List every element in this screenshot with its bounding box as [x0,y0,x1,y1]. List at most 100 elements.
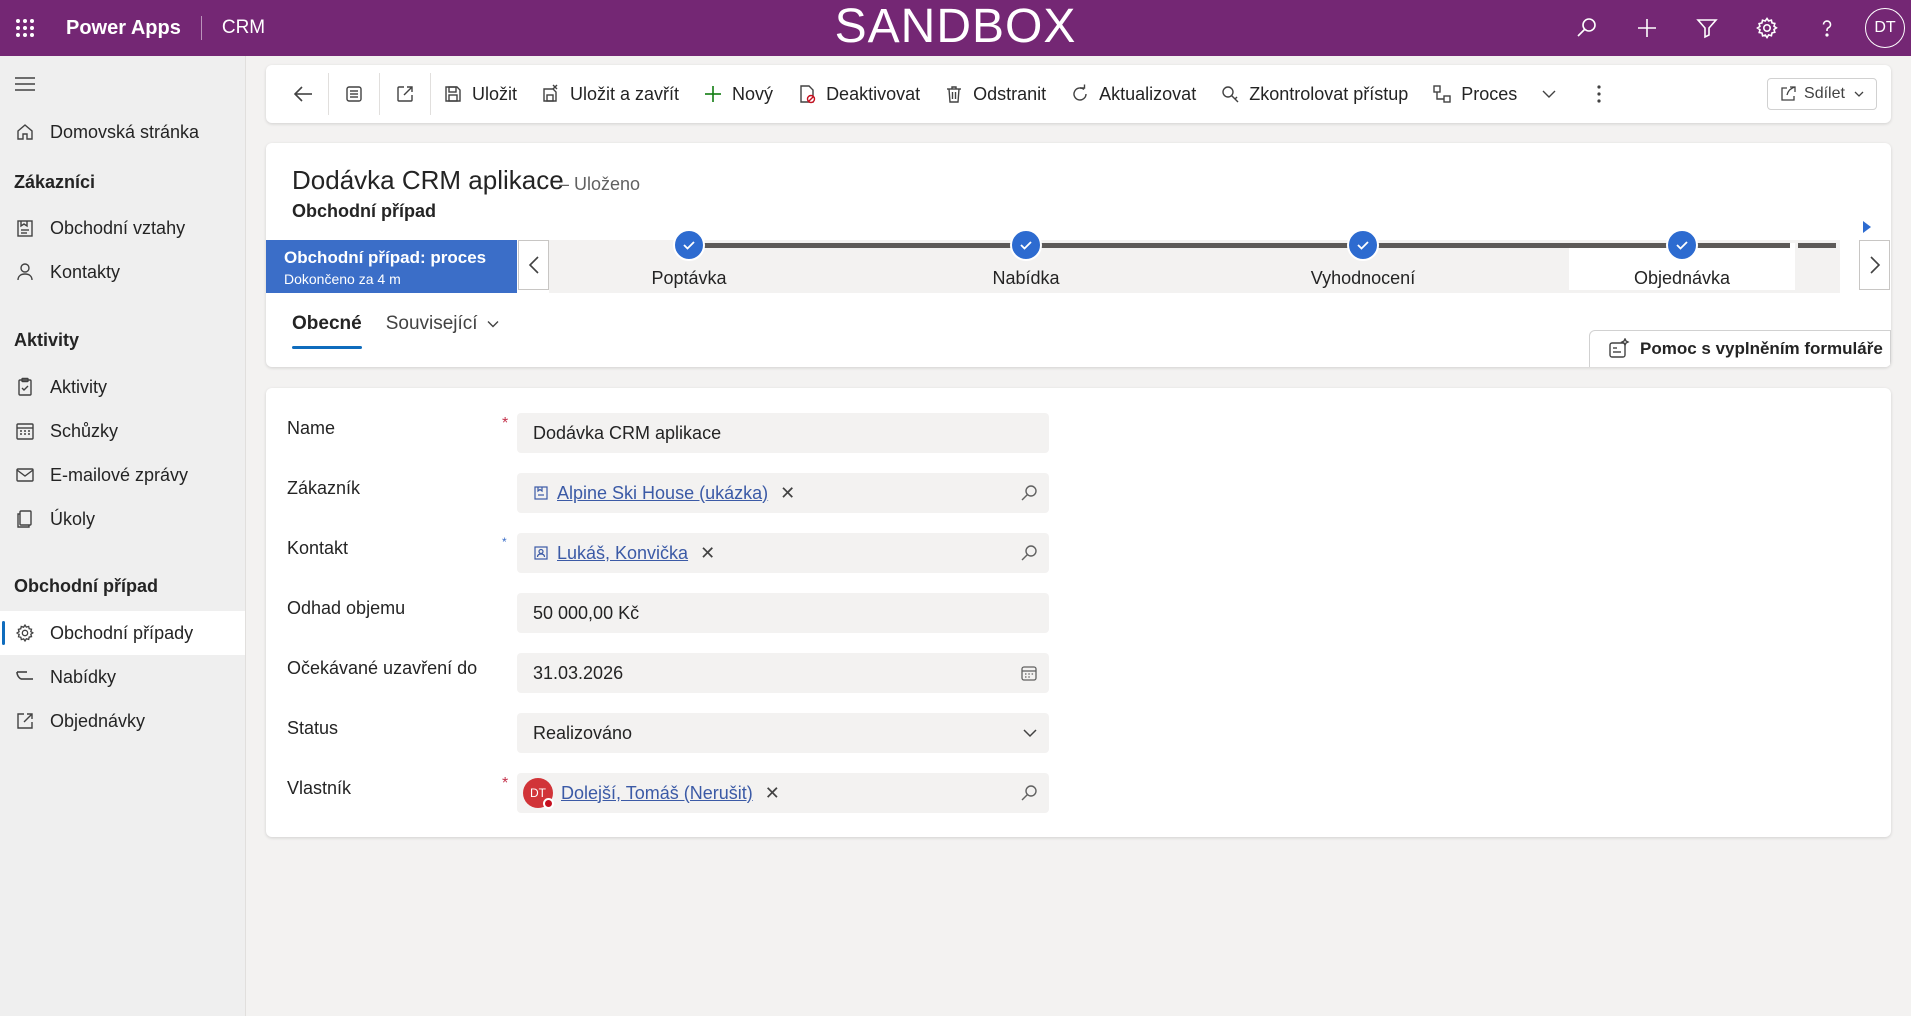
check-icon [673,229,705,261]
tab-general[interactable]: Obecné [292,313,362,349]
user-avatar[interactable]: DT [1865,8,1905,48]
contact-link[interactable]: Lukáš, Konvička [557,543,688,564]
check-icon [1347,229,1379,261]
calendar-icon [14,420,36,442]
search-icon[interactable] [1019,773,1039,813]
sidebar-item-accounts[interactable]: Obchodní vztahy [0,206,245,250]
name-input[interactable]: Dodávka CRM aplikace [517,413,1049,453]
process-chevron-down-icon[interactable] [1529,72,1569,116]
sidebar-item-quotes[interactable]: Nabídky [0,655,245,699]
search-icon[interactable] [1019,473,1039,513]
command-bar: Uložit Uložit a zavřít Nový Deaktivovat … [266,65,1891,123]
environment-name[interactable]: CRM [202,17,265,39]
remove-customer-icon[interactable]: ✕ [780,483,795,504]
open-new-window-button[interactable] [380,72,430,116]
sidebar-item-contacts[interactable]: Kontakty [0,250,245,294]
form-tabs: Obecné Související [292,313,524,349]
app-name[interactable]: Power Apps [50,17,201,40]
filter-icon[interactable] [1677,0,1737,56]
required-marker: * [502,415,509,432]
customer-link[interactable]: Alpine Ski House (ukázka) [557,483,768,504]
form-fill-assist-button[interactable]: Pomoc s vyplněním formuláře [1589,330,1891,367]
stage-evaluation[interactable]: Vyhodnocení [1253,229,1473,289]
recommended-marker: * [502,535,507,549]
top-bar: Power Apps CRM SANDBOX DT [0,0,1911,56]
stage-order[interactable]: Objednávka [1572,229,1792,289]
plus-icon[interactable] [1617,0,1677,56]
presence-dnd-icon [543,798,554,809]
field-label-status: Status [287,718,339,738]
sidebar-item-orders[interactable]: Objednávky [0,699,245,743]
process-next-button[interactable] [1859,240,1890,290]
save-close-icon [543,84,558,102]
sidebar-item-home[interactable]: Domovská stránka [0,110,245,154]
stage-inquiry[interactable]: Poptávka [579,229,799,289]
clipboard-icon [14,376,36,398]
order-icon [14,710,36,732]
quote-icon [14,666,36,688]
app-launcher-icon[interactable] [0,0,50,56]
check-access-button[interactable]: Zkontrolovat přístup [1208,72,1420,116]
sidebar-item-emails[interactable]: E-mailové zprávy [0,453,245,497]
owner-lookup[interactable]: DT Dolejší, Tomáš (Nerušit) ✕ [517,773,1049,813]
sidebar-item-activities[interactable]: Aktivity [0,365,245,409]
owner-tag: DT Dolejší, Tomáš (Nerušit) ✕ [523,778,780,809]
required-marker: * [502,775,509,792]
field-label-owner: Vlastník [287,778,352,798]
hamburger-icon[interactable] [14,76,36,92]
close-date-input[interactable]: 31.03.2026 [517,653,1049,693]
share-icon [1781,86,1796,101]
process-icon [1433,85,1451,103]
sidebar-item-label: Nabídky [50,666,117,687]
chevron-down-icon[interactable] [1021,713,1039,753]
help-icon[interactable] [1797,0,1857,56]
deactivate-icon [800,85,816,104]
remove-owner-icon[interactable]: ✕ [765,783,780,804]
calendar-icon[interactable] [1019,653,1039,693]
sidebar-item-opportunities[interactable]: Obchodní případy [0,611,245,655]
process-button[interactable]: Proces [1420,72,1529,116]
refresh-button[interactable]: Aktualizovat [1058,72,1208,116]
form-view-button[interactable] [329,72,379,116]
status-select[interactable]: Realizováno [517,713,1049,753]
search-icon[interactable] [1019,533,1039,573]
sidebar-item-appointments[interactable]: Schůzky [0,409,245,453]
person-icon [14,261,36,283]
save-status: – Uloženo [559,174,641,194]
customer-lookup[interactable]: Alpine Ski House (ukázka) ✕ [517,473,1049,513]
save-button[interactable]: Uložit [431,72,529,116]
chevron-left-icon [528,256,539,274]
field-label-customer: Zákazník [287,478,361,498]
process-prev-button[interactable] [518,240,549,290]
sidebar-item-tasks[interactable]: Úkoly [0,497,245,541]
est-value-input[interactable]: 50 000,00 Kč [517,593,1049,633]
deactivate-button[interactable]: Deaktivovat [785,72,932,116]
contact-icon [534,546,548,560]
process-scroll-indicator-icon [1862,221,1872,233]
settings-icon[interactable] [1737,0,1797,56]
search-icon[interactable] [1557,0,1617,56]
form-section: Name * Dodávka CRM aplikace Zákazník Alp… [266,388,1891,837]
process-flyout[interactable]: Obchodní případ: proces Dokončeno za 4 m [266,240,517,293]
record-title: Dodávka CRM aplikace [292,165,564,195]
sidebar-group-opportunity: Obchodní případ [14,576,158,596]
field-label-close-date: Očekávané uzavření do [287,658,478,678]
back-button[interactable] [278,72,328,116]
share-button[interactable]: Sdílet [1767,78,1877,110]
sidebar-item-label: E-mailové zprávy [50,464,189,485]
tab-related[interactable]: Související [386,313,500,349]
sidebar-item-label: Aktivity [50,376,108,397]
customer-tag: Alpine Ski House (ukázka) ✕ [533,483,795,504]
account-icon [534,486,548,500]
more-commands-icon[interactable] [1569,72,1629,116]
contact-tag: Lukáš, Konvička ✕ [533,543,715,564]
stage-quote[interactable]: Nabídka [916,229,1136,289]
save-and-close-button[interactable]: Uložit a zavřít [529,72,691,116]
owner-link[interactable]: Dolejší, Tomáš (Nerušit) [561,783,753,804]
contact-lookup[interactable]: Lukáš, Konvička ✕ [517,533,1049,573]
delete-button[interactable]: Odstranit [932,72,1058,116]
remove-contact-icon[interactable]: ✕ [700,543,715,564]
new-button[interactable]: Nový [691,72,785,116]
sidebar-item-label: Obchodní případy [50,622,194,643]
field-label-name: Name [287,418,336,438]
